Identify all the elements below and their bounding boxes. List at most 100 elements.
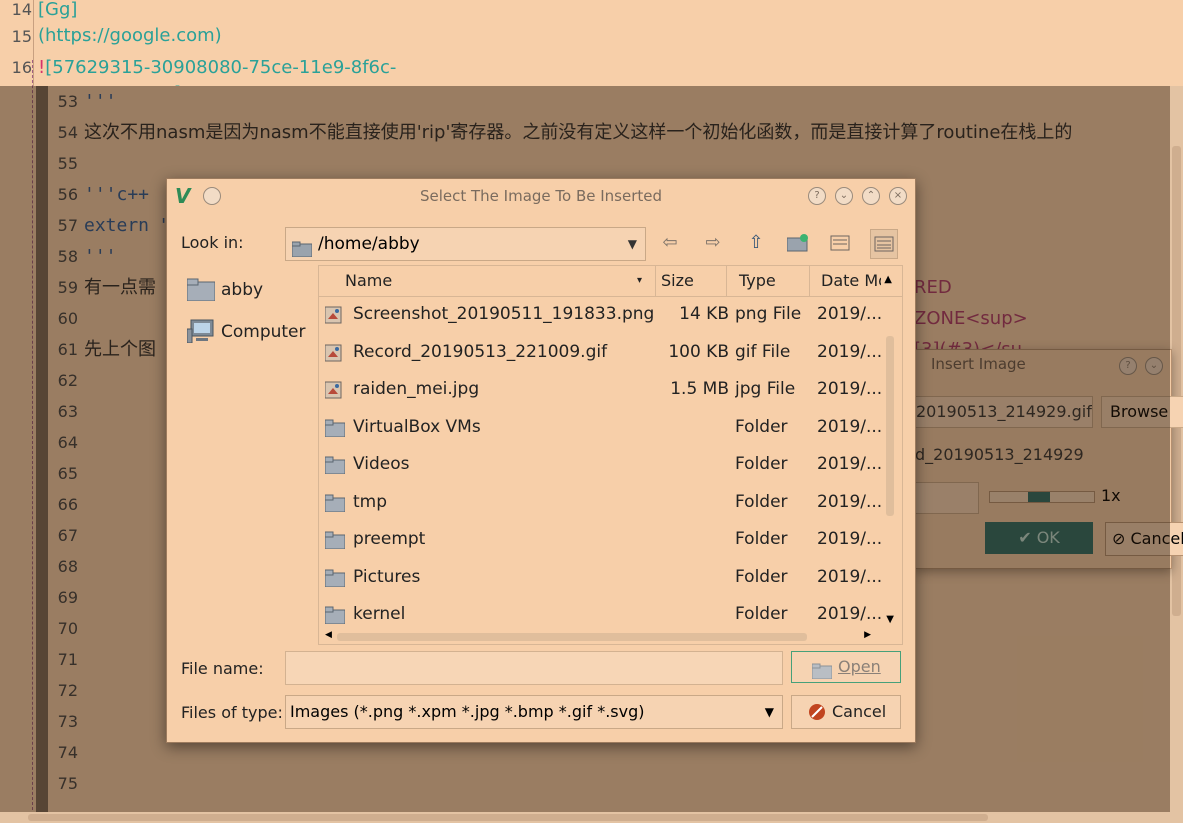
files-of-type-combo[interactable]: Images (*.png *.xpm *.jpg *.bmp *.gif *.… [285, 695, 783, 729]
file-date: 2019/... [817, 379, 883, 399]
minimize-icon[interactable]: ⌄ [835, 187, 853, 205]
cancel-button[interactable]: Cancel [791, 695, 901, 729]
file-size: 1.5 MB [670, 379, 729, 399]
file-date: 2019/... [817, 529, 883, 549]
file-type: Folder [735, 416, 788, 437]
file-type: Folder [735, 604, 788, 624]
file-row[interactable]: preempt Folder 2019/... [319, 521, 885, 558]
file-date: 2019/... [817, 416, 883, 437]
file-row[interactable]: tmp Folder 2019/... [319, 484, 885, 521]
parent-directory-icon[interactable]: ⇧ [743, 229, 769, 257]
file-list-horizontal-scrollbar[interactable]: ◀ ▶ [325, 630, 895, 644]
dropdown-arrow-icon[interactable]: ▼ [765, 696, 774, 728]
file-type: Folder [735, 566, 788, 587]
file-name: kernel [353, 604, 406, 624]
image-file-icon [324, 344, 343, 367]
forward-icon[interactable]: ⇨ [700, 229, 726, 257]
folder-icon [324, 456, 346, 479]
file-name: Pictures [353, 566, 421, 587]
line-number: 15 [11, 27, 32, 46]
file-name: tmp [353, 491, 388, 512]
file-name: Videos [353, 454, 410, 474]
files-of-type-label: Files of type: [181, 703, 283, 722]
editor-horizontal-scrollbar[interactable] [0, 812, 1183, 823]
file-type: png File [735, 304, 802, 324]
file-row[interactable]: Record_20190513_221009.gif 100 KB gif File… [319, 334, 885, 371]
folder-icon [291, 236, 313, 268]
folder-icon [324, 569, 346, 592]
file-date: 2019/... [817, 341, 883, 362]
file-type: Folder [735, 454, 788, 474]
cancel-label: Cancel [832, 702, 887, 721]
maximize-icon[interactable]: ⌃ [862, 187, 880, 205]
folder-icon [186, 277, 216, 315]
scroll-right-icon[interactable]: ▶ [864, 630, 871, 640]
file-date: 2019/... [817, 604, 883, 624]
help-icon[interactable]: ? [808, 187, 826, 205]
scroll-thumb[interactable] [886, 336, 894, 516]
file-dialog: V Select The Image To Be Inserted ? ⌄ ⌃ … [166, 178, 916, 743]
place-label: Computer [221, 322, 306, 342]
column-type[interactable]: Type [733, 266, 810, 296]
file-row[interactable]: VirtualBox VMs Folder 2019/... [319, 409, 885, 446]
column-date[interactable]: Date Mo [815, 266, 881, 296]
file-name: preempt [353, 529, 426, 549]
look-in-combo[interactable]: /home/abby ▼ [285, 227, 646, 261]
list-view-icon[interactable] [827, 229, 853, 257]
scroll-thumb[interactable] [28, 814, 988, 821]
file-date: 2019/... [817, 491, 883, 512]
file-name: raiden_mei.jpg [353, 379, 480, 399]
file-type: Folder [735, 529, 788, 549]
file-size: 100 KB [668, 341, 729, 362]
dropdown-arrow-icon[interactable]: ▼ [628, 228, 637, 260]
back-icon[interactable]: ⇦ [657, 229, 683, 257]
image-file-icon [324, 381, 343, 404]
file-type: gif File [735, 341, 791, 362]
column-label: Name [345, 271, 393, 290]
file-row[interactable]: Pictures Folder 2019/... [319, 559, 885, 596]
file-list[interactable]: Name ▾ Size Type Date Mo ▲ Screenshot_201… [318, 265, 903, 645]
new-folder-icon[interactable] [785, 229, 811, 257]
line-number: 16 [11, 58, 32, 77]
markdown-link[interactable]: [Gg](https://google.com) [38, 0, 222, 49]
file-list-header: Name ▾ Size Type Date Mo ▲ [319, 266, 902, 297]
open-label: Open [838, 657, 881, 676]
open-button[interactable]: Open [791, 651, 901, 683]
folder-icon [324, 531, 346, 554]
place-abby[interactable]: abby [181, 271, 317, 313]
file-type: Folder [735, 491, 788, 512]
file-row[interactable]: Screenshot_20190511_191833.png 14 KB png F… [319, 296, 885, 333]
editor-top[interactable]: 14 [Gg](https://google.com) 15 16 ![5762… [0, 0, 1183, 130]
column-name[interactable]: Name ▾ [339, 266, 656, 296]
file-date: 2019/... [817, 566, 883, 587]
place-computer[interactable]: Computer [181, 313, 317, 355]
scroll-thumb[interactable] [337, 633, 807, 641]
file-name-label: File name: [181, 659, 264, 678]
column-size[interactable]: Size [655, 266, 727, 296]
dialog-titlebar[interactable]: V Select The Image To Be Inserted ? ⌄ ⌃ … [167, 179, 915, 213]
image-file-icon [324, 306, 343, 329]
scroll-up-icon[interactable]: ▲ [884, 274, 892, 285]
scroll-down-icon[interactable]: ▼ [886, 614, 894, 625]
files-of-type-value: Images (*.png *.xpm *.jpg *.bmp *.gif *.… [290, 702, 645, 721]
detail-view-icon[interactable] [870, 229, 898, 259]
computer-icon [186, 319, 215, 357]
dialog-title: Select The Image To Be Inserted [419, 187, 663, 205]
close-icon[interactable]: × [889, 187, 907, 205]
file-row[interactable]: kernel Folder 2019/... [319, 596, 885, 633]
file-date: 2019/... [817, 454, 883, 474]
cancel-icon [808, 696, 826, 732]
file-name: VirtualBox VMs [353, 416, 481, 437]
line-number: 14 [11, 0, 32, 19]
places-sidebar: abby Computer [181, 271, 317, 355]
file-row[interactable]: raiden_mei.jpg 1.5 MB jpg File 2019/... [319, 371, 885, 408]
file-list-vertical-scrollbar[interactable] [884, 296, 896, 630]
look-in-value: /home/abby [318, 234, 420, 254]
scroll-left-icon[interactable]: ◀ [325, 630, 332, 640]
file-name: Record_20190513_221009.gif [353, 341, 608, 362]
look-in-label: Look in: [181, 233, 244, 252]
place-label: abby [221, 280, 264, 300]
folder-icon [324, 606, 346, 629]
file-name-input[interactable] [285, 651, 783, 685]
file-row[interactable]: Videos Folder 2019/... [319, 446, 885, 483]
